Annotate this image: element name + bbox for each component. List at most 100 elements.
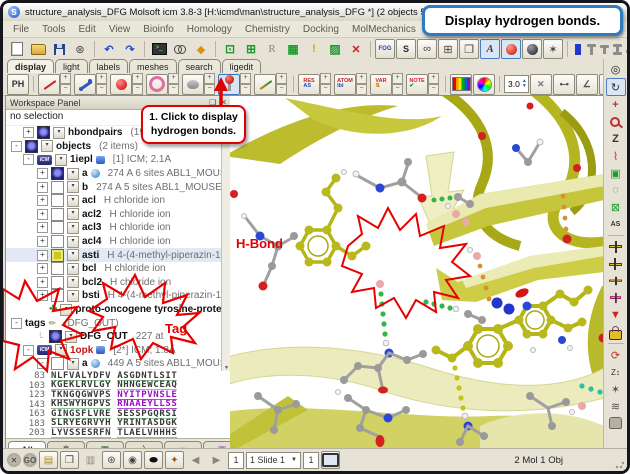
minus-button[interactable]: − bbox=[240, 84, 251, 95]
tree-item-dfg-out[interactable]: └▾DFG_OUT227 at bbox=[6, 330, 222, 344]
stereo-glasses-icon[interactable]: ∞ bbox=[417, 39, 437, 59]
chevron-down-icon[interactable]: ▾ bbox=[55, 344, 67, 356]
clip-front-icon[interactable] bbox=[607, 239, 625, 255]
display-checkbox[interactable] bbox=[51, 221, 64, 234]
forward-icon[interactable]: ▶ bbox=[207, 451, 226, 469]
note-button[interactable]: NOTE✔ bbox=[406, 74, 428, 95]
tree-item-bsti[interactable]: +▾bstiH 4-(4-methyl-piperazin-1-y bbox=[6, 289, 222, 303]
go-button[interactable]: GO bbox=[23, 453, 37, 467]
new-document-icon[interactable] bbox=[7, 39, 27, 59]
expand-toggle-icon[interactable]: + bbox=[37, 222, 48, 233]
scale-tool-icon[interactable]: ✕ bbox=[530, 74, 552, 95]
presentation-icon[interactable] bbox=[321, 451, 340, 469]
chevron-down-icon[interactable]: ▾ bbox=[60, 304, 72, 316]
plus-button[interactable]: + bbox=[428, 73, 439, 84]
tree-item-tags[interactable]: -tags✏(DFG_OUT) bbox=[6, 316, 222, 330]
grab-tool-icon[interactable] bbox=[607, 415, 625, 431]
minus-button[interactable]: − bbox=[320, 84, 331, 95]
annotation-icon[interactable] bbox=[96, 346, 105, 354]
lasso-green-icon[interactable]: ◌ bbox=[607, 182, 625, 198]
sequence-block[interactable]: LYVSSESRFN bbox=[51, 429, 111, 438]
variable-label-button[interactable]: VAR⇅ bbox=[370, 74, 392, 95]
stack-pin-icon[interactable] bbox=[611, 44, 623, 55]
tree-item-a[interactable]: +▾a274 A 6 sites ABL1_MOUSE bbox=[6, 167, 222, 181]
expand-toggle-icon[interactable]: + bbox=[37, 277, 48, 288]
hbond-display-button[interactable] bbox=[218, 74, 240, 95]
chevron-down-icon[interactable]: ▾ bbox=[67, 236, 79, 248]
tree-item-bcl[interactable]: +▾bclH chloride ion bbox=[6, 262, 222, 276]
expand-toggle-icon[interactable]: + bbox=[37, 168, 48, 179]
chevron-down-icon[interactable]: ▾ bbox=[67, 276, 79, 288]
expand-toggle-icon[interactable]: - bbox=[23, 345, 34, 356]
surface-rep-button[interactable] bbox=[182, 74, 204, 95]
expand-toggle-icon[interactable]: + bbox=[37, 263, 48, 274]
minus-button[interactable]: − bbox=[132, 84, 143, 95]
display-checkbox[interactable] bbox=[51, 276, 64, 289]
open-file-icon[interactable] bbox=[28, 39, 48, 59]
settings-gear-icon[interactable]: ⊛ bbox=[70, 39, 90, 59]
translate-tool-icon[interactable]: + bbox=[607, 97, 625, 113]
redo-icon[interactable]: ↷ bbox=[120, 39, 140, 59]
minus-button[interactable]: − bbox=[60, 84, 71, 95]
tab-meshes[interactable]: meshes bbox=[129, 59, 177, 73]
stack-pin-icon[interactable] bbox=[624, 45, 630, 53]
graphics-window[interactable]: H-Bond bbox=[230, 95, 604, 451]
chevron-down-icon[interactable]: ▾ bbox=[67, 181, 79, 193]
display-checkbox[interactable] bbox=[37, 126, 50, 139]
stick-rep-button[interactable] bbox=[74, 74, 96, 95]
ball-rep-button[interactable] bbox=[110, 74, 132, 95]
rotate-tool-icon[interactable]: ↻ bbox=[606, 78, 626, 96]
rotate-object-icon[interactable]: ⟳ bbox=[607, 347, 625, 363]
minus-button[interactable]: − bbox=[168, 84, 179, 95]
color-palette-button[interactable] bbox=[450, 74, 472, 95]
stack-pin-icon[interactable] bbox=[598, 45, 610, 54]
star-effect-icon[interactable]: ✶ bbox=[607, 381, 625, 397]
layout-icon[interactable]: ▥ bbox=[81, 451, 100, 469]
menu-edit[interactable]: Edit bbox=[78, 24, 95, 35]
chevron-down-icon[interactable]: ▾ bbox=[67, 168, 79, 180]
as-selection-label[interactable]: AS bbox=[607, 216, 625, 232]
warning-icon[interactable]: ! bbox=[304, 39, 324, 59]
sequence-row[interactable]: 203LYVSSESRFNTLAELVHHHS bbox=[6, 429, 231, 439]
chevron-down-icon[interactable]: ▾ bbox=[41, 140, 53, 152]
tab-ligedit[interactable]: ligedit bbox=[222, 59, 262, 73]
menu-view[interactable]: View bbox=[109, 24, 131, 35]
distance-tool-icon[interactable]: •–• bbox=[553, 74, 575, 95]
display-checkbox[interactable] bbox=[51, 289, 64, 302]
display-checkbox[interactable] bbox=[51, 194, 64, 207]
plus-button[interactable]: + bbox=[320, 73, 331, 84]
chevron-down-icon[interactable]: ▾ bbox=[67, 222, 79, 234]
menu-bioinfo[interactable]: Bioinfo bbox=[143, 24, 174, 35]
minus-button[interactable]: − bbox=[356, 84, 367, 95]
tree-item-bcl2[interactable]: +▾bcl2H chloride ion bbox=[6, 276, 222, 290]
expand-toggle-icon[interactable]: + bbox=[37, 195, 48, 206]
stack-pin-icon[interactable] bbox=[585, 44, 597, 55]
scroll-down-icon[interactable]: ▼ bbox=[224, 365, 229, 371]
wire-rep-button[interactable] bbox=[38, 74, 60, 95]
display-checkbox[interactable] bbox=[25, 140, 38, 153]
tree-item-acl4[interactable]: +▾acl4H chloride ion bbox=[6, 235, 222, 249]
menu-homology[interactable]: Homology bbox=[187, 24, 232, 35]
expand-toggle-icon[interactable]: - bbox=[11, 141, 22, 152]
color-wheel-button[interactable] bbox=[473, 74, 495, 95]
minus-button[interactable]: − bbox=[392, 84, 403, 95]
display-checkbox[interactable] bbox=[51, 208, 64, 221]
expand-toggle-icon[interactable]: + bbox=[37, 209, 48, 220]
expand-toggle-icon[interactable]: + bbox=[37, 290, 48, 301]
angle-tool-icon[interactable]: ∠ bbox=[576, 74, 598, 95]
xstick-rep-button[interactable] bbox=[254, 74, 276, 95]
menu-chemistry[interactable]: Chemistry bbox=[245, 24, 290, 35]
plus-button[interactable]: + bbox=[132, 73, 143, 84]
table-edit-icon[interactable]: ▨ bbox=[325, 39, 345, 59]
movie-icon[interactable]: ⬬ bbox=[144, 451, 163, 469]
atom-label-button[interactable]: ATOMlbl bbox=[334, 74, 356, 95]
dark-sphere-button[interactable] bbox=[522, 39, 542, 59]
tile-windows-icon[interactable]: ⊞ bbox=[438, 39, 458, 59]
tree-item-acl2[interactable]: +▾acl2H chloride ion bbox=[6, 208, 222, 222]
magic-wand-icon[interactable]: ✶ bbox=[543, 39, 563, 59]
stack-pin-icon[interactable] bbox=[572, 44, 584, 55]
record-icon[interactable]: ◎ bbox=[607, 61, 625, 77]
effects-icon[interactable]: ✦ bbox=[165, 451, 184, 469]
expand-toggle-icon[interactable]: + bbox=[37, 182, 48, 193]
stereo-s-button[interactable]: S bbox=[396, 39, 416, 59]
